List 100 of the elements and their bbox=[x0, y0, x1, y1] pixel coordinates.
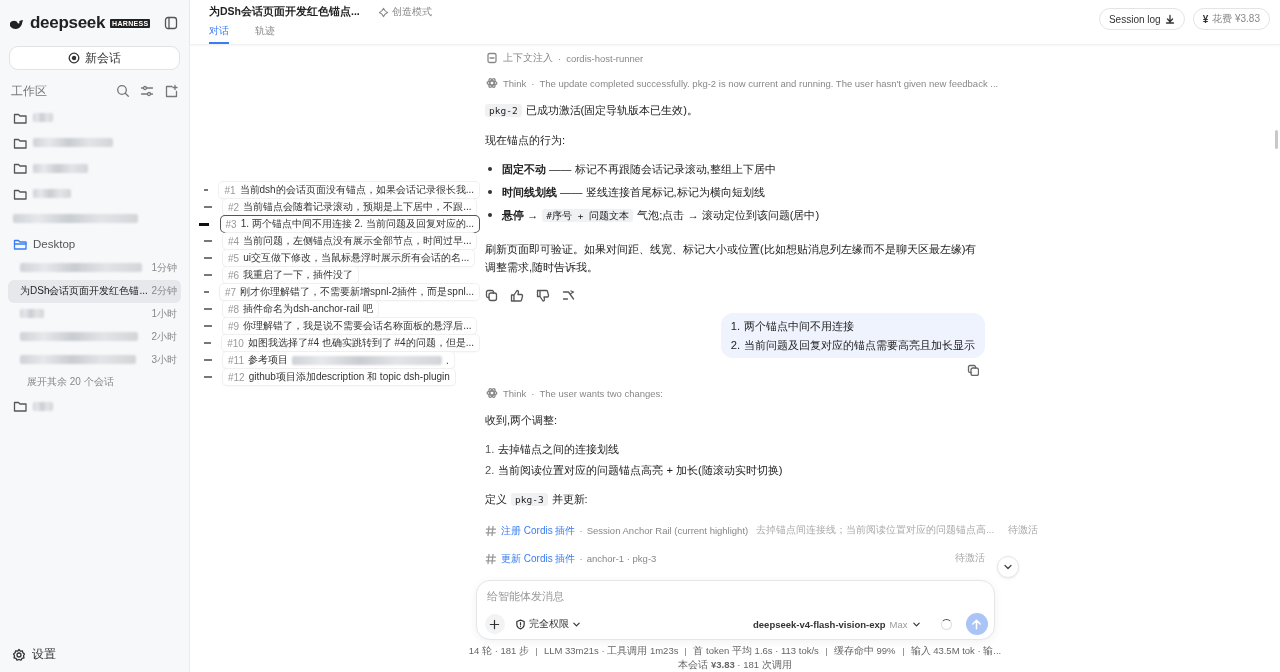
message-input[interactable]: 给智能体发消息 bbox=[484, 590, 988, 602]
new-folder-icon[interactable] bbox=[164, 84, 178, 98]
model-dropdown[interactable]: deepseek-v4-flash-vision-exp Max bbox=[747, 617, 927, 631]
show-more-link[interactable]: 展开其余 20 个会话 bbox=[9, 371, 180, 394]
anchor-text: 你理解错了，我是说不需要会话名称面板的悬浮后... bbox=[243, 319, 472, 333]
anchor-mark[interactable] bbox=[199, 222, 209, 226]
tool-name: Session Anchor Rail (current highlight) bbox=[586, 525, 749, 536]
attach-button[interactable] bbox=[484, 614, 505, 634]
new-chat-button[interactable]: 新会话 bbox=[9, 46, 180, 70]
cost-button[interactable]: ¥ 花费 ¥3.83 bbox=[1192, 8, 1270, 30]
session-cost: 本会话 ¥3.83 · 181 次调用 bbox=[678, 659, 792, 672]
scroll-down-button[interactable] bbox=[997, 556, 1019, 578]
think-summary: The update completed successfully. pkg-2 is now current and running. The user hasn't given new feedback ... bbox=[539, 77, 999, 89]
scrollbar-thumb[interactable] bbox=[1275, 130, 1278, 149]
anchor-number: #8 bbox=[228, 303, 240, 315]
separator-dot: · bbox=[531, 387, 535, 399]
session-item[interactable]: 1小时 bbox=[8, 302, 181, 326]
usage-stat: 缓存命中 99% bbox=[833, 645, 896, 658]
session-item[interactable]: 2小时 bbox=[8, 325, 181, 349]
list-text: 去掉锚点之间的连接划线 bbox=[498, 442, 620, 457]
bullet-dot bbox=[488, 167, 492, 171]
list-text: 当前问题及回复对应的锚点需要高亮且加长显示 bbox=[744, 338, 975, 353]
tab[interactable]: 对话 bbox=[209, 24, 229, 44]
anchor-bubble[interactable]: #2 当前锚点会随着记录滚动，预期是上下居中，不跟... bbox=[223, 199, 477, 215]
session-item[interactable]: 3小时 bbox=[8, 348, 181, 372]
atom-icon bbox=[486, 77, 498, 89]
anchor-text: 插件命名为dsh-anchor-rail 吧 bbox=[243, 302, 373, 316]
anchor-text: 当前dsh的会话页面没有锚点，如果会话记录很长我... bbox=[239, 183, 474, 197]
session-item[interactable]: 1分钟 bbox=[8, 256, 181, 280]
anchor-bubble[interactable]: #5 ui交互做下修改，当鼠标悬浮时展示所有会话的名... bbox=[223, 250, 475, 266]
tab[interactable]: 轨迹 bbox=[255, 24, 275, 44]
anchor-bubble[interactable]: #10 如图我选择了#4 也确实跳转到了 #4的问题，但是... bbox=[222, 335, 479, 351]
anchor-bubble[interactable]: #11 参考项目 . bbox=[223, 352, 454, 368]
anchor-number: #12 bbox=[228, 371, 245, 383]
text: 时间线划线 —— 竖线连接首尾标记,标记为横向短划线 bbox=[502, 186, 765, 198]
search-icon[interactable] bbox=[116, 84, 130, 98]
anchor-bubble[interactable]: #6 我重启了一下，插件没了 bbox=[223, 267, 359, 283]
tool-action[interactable]: 注册 Cordis 插件 bbox=[501, 523, 576, 538]
anchor-bubble[interactable]: #1 当前dsh的会话页面没有锚点，如果会话记录很长我... bbox=[219, 182, 479, 198]
think-label: Think bbox=[503, 387, 527, 399]
context-label: 上下文注入 bbox=[503, 51, 553, 65]
text: 并更新: bbox=[551, 493, 588, 505]
text: 悬停 → bbox=[502, 209, 539, 221]
hash-icon bbox=[485, 524, 497, 537]
brand-name: deepseek bbox=[30, 13, 106, 33]
separator-dot: · bbox=[579, 553, 583, 564]
anchor-number: #11 bbox=[228, 354, 244, 366]
text: 固定不动 —— 标记不再跟随会话记录滚动,整组上下居中 bbox=[502, 163, 776, 175]
thumbs-down-icon[interactable] bbox=[536, 289, 550, 303]
anchor-text: 1. 两个锚点中间不用连接 2. 当前问题及回复对应的... bbox=[240, 217, 474, 231]
tool-action[interactable]: 更新 Cordis 插件 bbox=[501, 551, 576, 566]
anchor-bubble[interactable]: #8 插件命名为dsh-anchor-rail 吧 bbox=[223, 301, 378, 317]
anchor-text: 参考项目 bbox=[247, 353, 288, 367]
sidebar-toggle-icon[interactable] bbox=[164, 16, 178, 30]
session-item[interactable]: 为DSh会话页面开发红色锚... 2分钟 bbox=[8, 279, 181, 303]
list-number: 2. bbox=[730, 338, 740, 353]
session-time: 1分钟 bbox=[151, 261, 178, 276]
sparkle-icon bbox=[377, 6, 389, 18]
copy-icon[interactable] bbox=[485, 289, 498, 302]
folder-item[interactable]: Desktop bbox=[9, 231, 180, 257]
list-number: 1. bbox=[730, 319, 740, 334]
copy-icon[interactable] bbox=[967, 364, 979, 376]
document-icon bbox=[486, 52, 498, 64]
arrow-up-icon bbox=[970, 617, 983, 631]
plus-icon bbox=[489, 618, 500, 630]
usage-stat: 14 轮 · 181 步 bbox=[468, 645, 529, 658]
filter-icon[interactable] bbox=[140, 84, 154, 98]
section-label: 工作区 bbox=[11, 83, 47, 99]
anchor-number: #7 bbox=[224, 286, 237, 298]
anchor-bubble[interactable]: #7 刚才你理解错了，不需要新增spnl-2插件，而是spnl... bbox=[219, 284, 479, 300]
text: 收到,两个调整: bbox=[485, 414, 558, 426]
anchor-number: #4 bbox=[228, 235, 240, 247]
anchor-text: . bbox=[445, 354, 449, 366]
inline-code: pkg-3 bbox=[511, 493, 548, 506]
anchor-bubble[interactable]: #3 1. 两个锚点中间不用连接 2. 当前问题及回复对应的... bbox=[220, 216, 479, 232]
anchor-text: 我重启了一下，插件没了 bbox=[243, 268, 354, 282]
anchor-bubble[interactable]: #9 你理解错了，我是说不需要会话名称面板的悬浮后... bbox=[223, 318, 477, 334]
anchor-bubble[interactable]: #12 github项目添加description 和 topic dsh-plugin bbox=[223, 369, 455, 385]
session-time: 2小时 bbox=[151, 330, 178, 345]
usage-stat: 首 token 平均 1.6s · 113 tok/s bbox=[693, 645, 819, 658]
usage-stat: LLM 33m21s · 工具调用 1m23s bbox=[543, 645, 679, 658]
anchor-bubble[interactable]: #4 当前问题，左侧锚点没有展示全部节点，时间过早... bbox=[223, 233, 477, 249]
list-number: 2. bbox=[485, 463, 495, 478]
thumbs-up-icon[interactable] bbox=[510, 289, 524, 303]
settings-item[interactable]: 设置 bbox=[9, 647, 180, 662]
session-log-button[interactable]: Session log bbox=[1098, 8, 1185, 30]
bullet-dot bbox=[488, 190, 492, 194]
permission-dropdown[interactable]: 完全权限 bbox=[510, 617, 585, 631]
mode-label: 创造模式 bbox=[377, 5, 432, 19]
session-time: 1小时 bbox=[151, 307, 178, 322]
session-time: 2分钟 bbox=[151, 284, 178, 299]
branch-icon[interactable] bbox=[562, 289, 575, 302]
hash-icon bbox=[485, 552, 497, 565]
separator-dot: · bbox=[558, 52, 562, 64]
anchor-number: #5 bbox=[228, 252, 240, 264]
shield-icon bbox=[514, 618, 526, 630]
text: 定义 bbox=[485, 493, 507, 505]
text: 已成功激活(固定导轨版本已生效)。 bbox=[525, 104, 699, 116]
plus-circle-icon bbox=[68, 52, 80, 64]
session-time: 3小时 bbox=[151, 353, 178, 368]
